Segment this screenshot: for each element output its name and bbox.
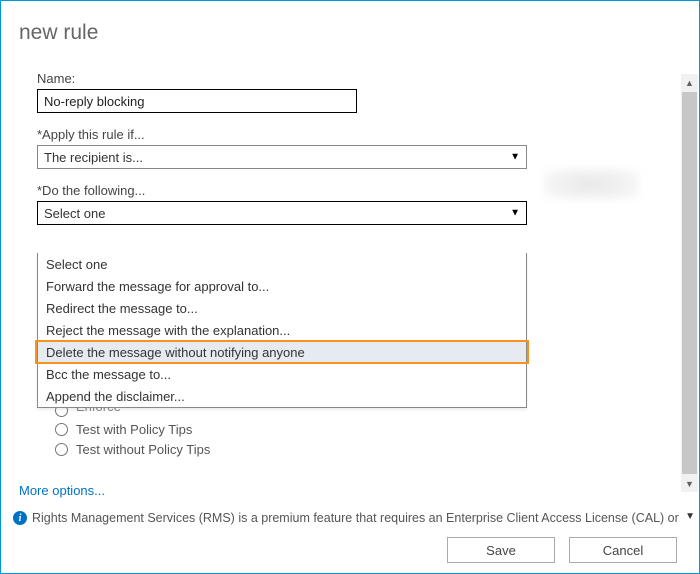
name-input[interactable]	[37, 89, 357, 113]
info-icon: i	[13, 511, 27, 525]
scroll-up-button[interactable]: ▲	[681, 74, 698, 91]
chevron-down-icon: ▼	[510, 208, 520, 219]
dropdown-option[interactable]: Bcc the message to...	[38, 363, 526, 385]
apply-rule-value: The recipient is...	[44, 150, 143, 165]
save-button[interactable]: Save	[447, 537, 555, 563]
redacted-region	[544, 168, 639, 200]
dropdown-option[interactable]: Append the disclaimer...	[38, 385, 526, 407]
dropdown-option[interactable]: Select one	[38, 253, 526, 275]
radio-test-tips[interactable]: Test with Policy Tips	[55, 419, 210, 439]
radio-test-tips-input[interactable]	[55, 423, 68, 436]
action-combo[interactable]: Select one ▼	[37, 201, 527, 225]
dropdown-option[interactable]: Forward the message for approval to...	[38, 275, 526, 297]
radio-test-no-tips-input[interactable]	[55, 443, 68, 456]
dialog-title: new rule	[19, 21, 98, 45]
info-text: Rights Management Services (RMS) is a pr…	[32, 511, 679, 525]
cancel-button[interactable]: Cancel	[569, 537, 677, 563]
scroll-down-button[interactable]: ▼	[681, 475, 698, 492]
dropdown-option-highlighted[interactable]: Delete the message without notifying any…	[38, 341, 526, 363]
action-dropdown-open: Select one Forward the message for appro…	[37, 253, 527, 408]
radio-test-no-tips[interactable]: Test without Policy Tips	[55, 439, 210, 459]
dialog-window: new rule ▲ ▼ Name: *Apply this rule if..…	[0, 0, 700, 574]
apply-rule-combo[interactable]: The recipient is... ▼	[37, 145, 527, 169]
chevron-down-icon: ▼	[510, 152, 520, 163]
more-options-link[interactable]: More options...	[19, 483, 105, 498]
dropdown-option[interactable]: Reject the message with the explanation.…	[38, 319, 526, 341]
apply-rule-label: *Apply this rule if...	[37, 127, 669, 142]
scroll-thumb[interactable]	[682, 92, 697, 474]
dialog-footer: Save Cancel	[447, 537, 677, 563]
name-label: Name:	[37, 71, 669, 86]
dropdown-option[interactable]: Redirect the message to...	[38, 297, 526, 319]
action-value: Select one	[44, 206, 105, 221]
info-bar: i Rights Management Services (RMS) is a …	[13, 511, 679, 525]
mode-radios: Enforce Test with Policy Tips Test witho…	[55, 401, 210, 459]
info-scroll-icon[interactable]: ▼	[685, 511, 695, 522]
vertical-scrollbar[interactable]: ▲ ▼	[681, 75, 698, 491]
